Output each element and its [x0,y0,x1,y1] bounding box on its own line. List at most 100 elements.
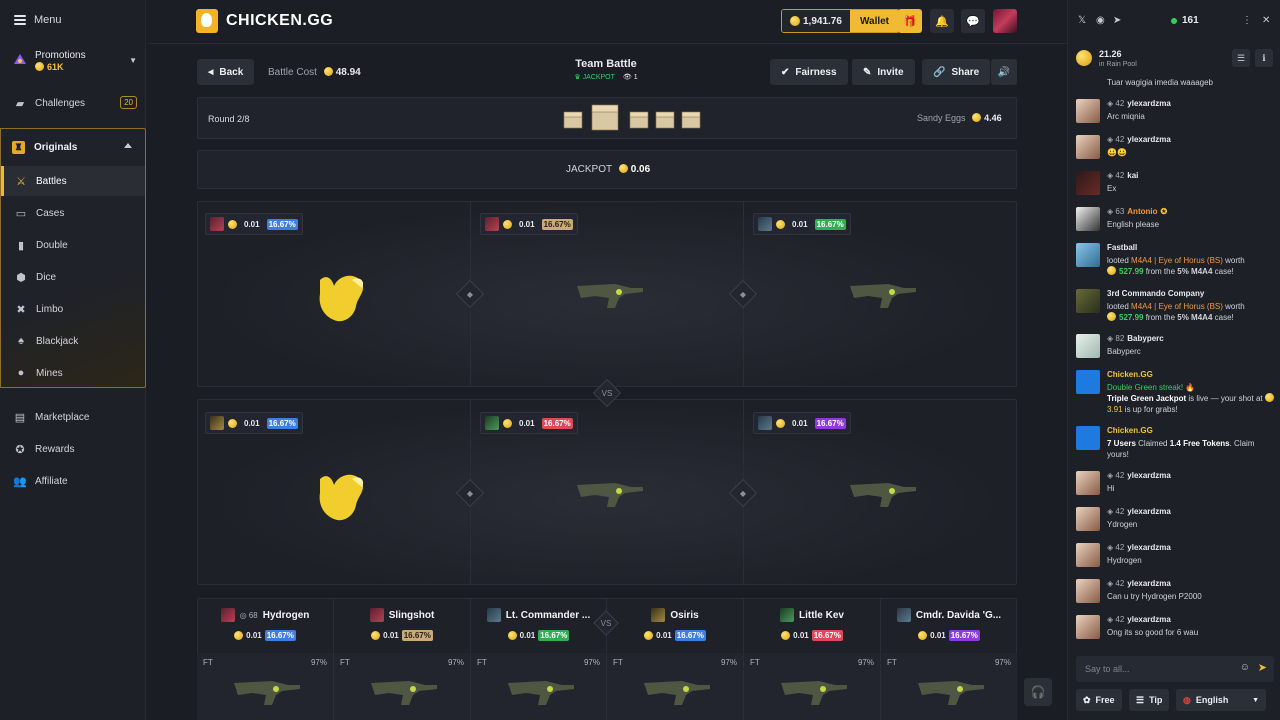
sidebar-item-dice[interactable]: ⬢ Dice [1,262,145,292]
player-card[interactable]: Little Kev 0.01 16.67% [744,598,881,652]
jackpot-bar: JACKPOT 0.06 [197,150,1017,189]
cards-icon: ♠ [18,335,24,347]
chat-message-text: Babyperc [1107,347,1141,356]
sidebar-item-challenges[interactable]: ▰ Challenges 20 [0,88,146,118]
sidebar-item-limbo[interactable]: ✖ Limbo [1,294,145,324]
telegram-icon[interactable]: ➤ [1113,15,1121,26]
chat-panel: 𝕏 ◉ ➤ 161 ⋮ ✕ 21.26 in Rain Pool ☰ ℹ Tua… [1067,0,1280,720]
battle-cost-label: Battle Cost [268,67,317,78]
sidebar-item-cases[interactable]: ▭ Cases [1,198,145,228]
avatar [1076,243,1100,267]
sidebar-item-affiliate[interactable]: 👥 Affiliate [0,466,146,496]
case-name: Sandy Eggs [917,113,966,123]
chance-badge: 16.67% [948,630,980,641]
logo[interactable]: CHICKEN.GG [196,9,333,33]
emoji-icon[interactable]: ☺ [1240,662,1250,673]
chat-message-text: Hi [1107,484,1115,493]
sidebar-item-label: Marketplace [35,411,90,423]
originals-icon: ♜ [12,140,25,154]
sidebar-item-marketplace[interactable]: ▤ Marketplace [0,402,146,432]
coin-icon [228,219,237,229]
promotions-amount: 61K [35,62,64,72]
language-select[interactable]: ◍ English ▼ [1176,689,1266,711]
tip-button[interactable]: ☰ Tip [1129,689,1170,711]
more-icon[interactable]: ⋮ [1242,15,1252,26]
coin-icon [323,67,333,76]
challenges-label: Challenges [35,97,86,109]
rain-amount: 21.26 [1099,49,1122,59]
avatar [1076,289,1100,313]
chat-username: Fastball [1107,243,1138,252]
share-button[interactable]: 🔗 Share [922,59,991,85]
menu-button[interactable]: Menu [14,14,62,26]
hamburger-icon [14,15,26,25]
originals-toggle[interactable]: ♜ Originals [0,132,146,162]
close-icon[interactable]: ✕ [1262,15,1270,26]
x-icon[interactable]: 𝕏 [1078,15,1086,26]
fairness-button[interactable]: ✔ Fairness [770,59,848,85]
rules-icon[interactable]: ☰ [1232,49,1250,67]
back-button[interactable]: ◀ Back [197,59,255,85]
sidebar-item-rewards[interactable]: ✪ Rewards [0,434,146,464]
avatar [651,608,666,622]
avatar[interactable] [993,9,1017,33]
slot-head: 0.01 16.67% [480,412,578,434]
chevron-left-icon: ◀ [208,69,214,76]
player-card[interactable]: Cmdr. Davida 'G... 0.01 16.67% [881,598,1017,652]
viewers: 👁 1 [622,74,638,81]
sidebar-item-mines[interactable]: ● Mines [1,358,145,388]
rifle-icon [234,681,300,705]
coin-icon [776,418,785,428]
player-card[interactable]: Slingshot 0.01 16.67% [334,598,471,652]
avatar [1076,471,1100,495]
promotions-icon [14,54,26,64]
player-card[interactable]: Osiris 0.01 16.67% [607,598,744,652]
free-button[interactable]: ✿ Free [1076,689,1122,711]
bars-icon: ▮ [17,239,25,252]
chat-header: 𝕏 ◉ ➤ 161 ⋮ ✕ [1068,0,1280,42]
topbar: CHICKEN.GG 1,941.76 Wallet 🎁 🔔 💬 [147,0,1067,44]
sidebar-item-blackjack[interactable]: ♠ Blackjack [1,326,145,356]
case-value: 4.46 [984,113,1002,123]
avatar [486,608,501,622]
info-icon[interactable]: ℹ [1255,49,1273,67]
bell-icon[interactable]: 🔔 [930,9,954,33]
invite-button[interactable]: ✎ Invite [852,59,915,85]
sidebar-item-battles[interactable]: ⚔ Battles [1,166,145,196]
sidebar-item-double[interactable]: ▮ Double [1,230,145,260]
avatar [1076,426,1100,450]
eye-icon: 👁 [622,74,632,81]
player-card[interactable]: Lt. Commander ... 0.01 16.67% [471,598,607,652]
sound-icon[interactable]: 🔊 [991,59,1017,85]
coin-icon [371,631,381,640]
chat-username: ylexardzma [1127,135,1171,144]
rifle-icon [918,681,984,705]
round-bar: Round 2/8 Sandy Eggs 4.46 [197,97,1017,139]
gift-icon[interactable]: 🎁 [898,9,922,33]
avatar [220,608,235,622]
send-icon[interactable]: ➤ [1258,661,1267,674]
avatar [1076,507,1100,531]
chat-message-text: Double Green streak! 🔥 Triple Green Jackp… [1107,382,1277,415]
discord-icon[interactable]: ◉ [1096,15,1105,26]
rifle-icon [850,284,916,308]
gift-icon: ✿ [1083,694,1091,705]
chat-username: ylexardzma [1127,99,1171,108]
chat-input[interactable]: Say to all... ☺ ➤ [1076,656,1274,682]
chat-icon[interactable]: 💬 [961,9,985,33]
wallet-button[interactable]: Wallet [849,10,900,32]
golden-chicken-icon [319,275,364,322]
avatar [1076,135,1100,159]
avatar [1076,207,1100,231]
support-icon[interactable]: 🎧 [1024,678,1052,706]
chat-message-text: 😀😀 [1107,148,1127,157]
chance-badge: 16.67% [541,218,573,230]
slot-head: 0.01 16.67% [205,412,303,434]
player-card[interactable]: ◎ 68 Hydrogen 0.01 16.67% [197,598,334,652]
limbo-icon: ✖ [16,303,26,316]
users-icon: 👥 [13,475,27,488]
avatar [369,608,384,622]
sidebar-item-label: Dice [36,271,57,283]
coin-icon [781,631,791,640]
promotions-item[interactable]: Promotions 61K ▼ [0,42,146,82]
